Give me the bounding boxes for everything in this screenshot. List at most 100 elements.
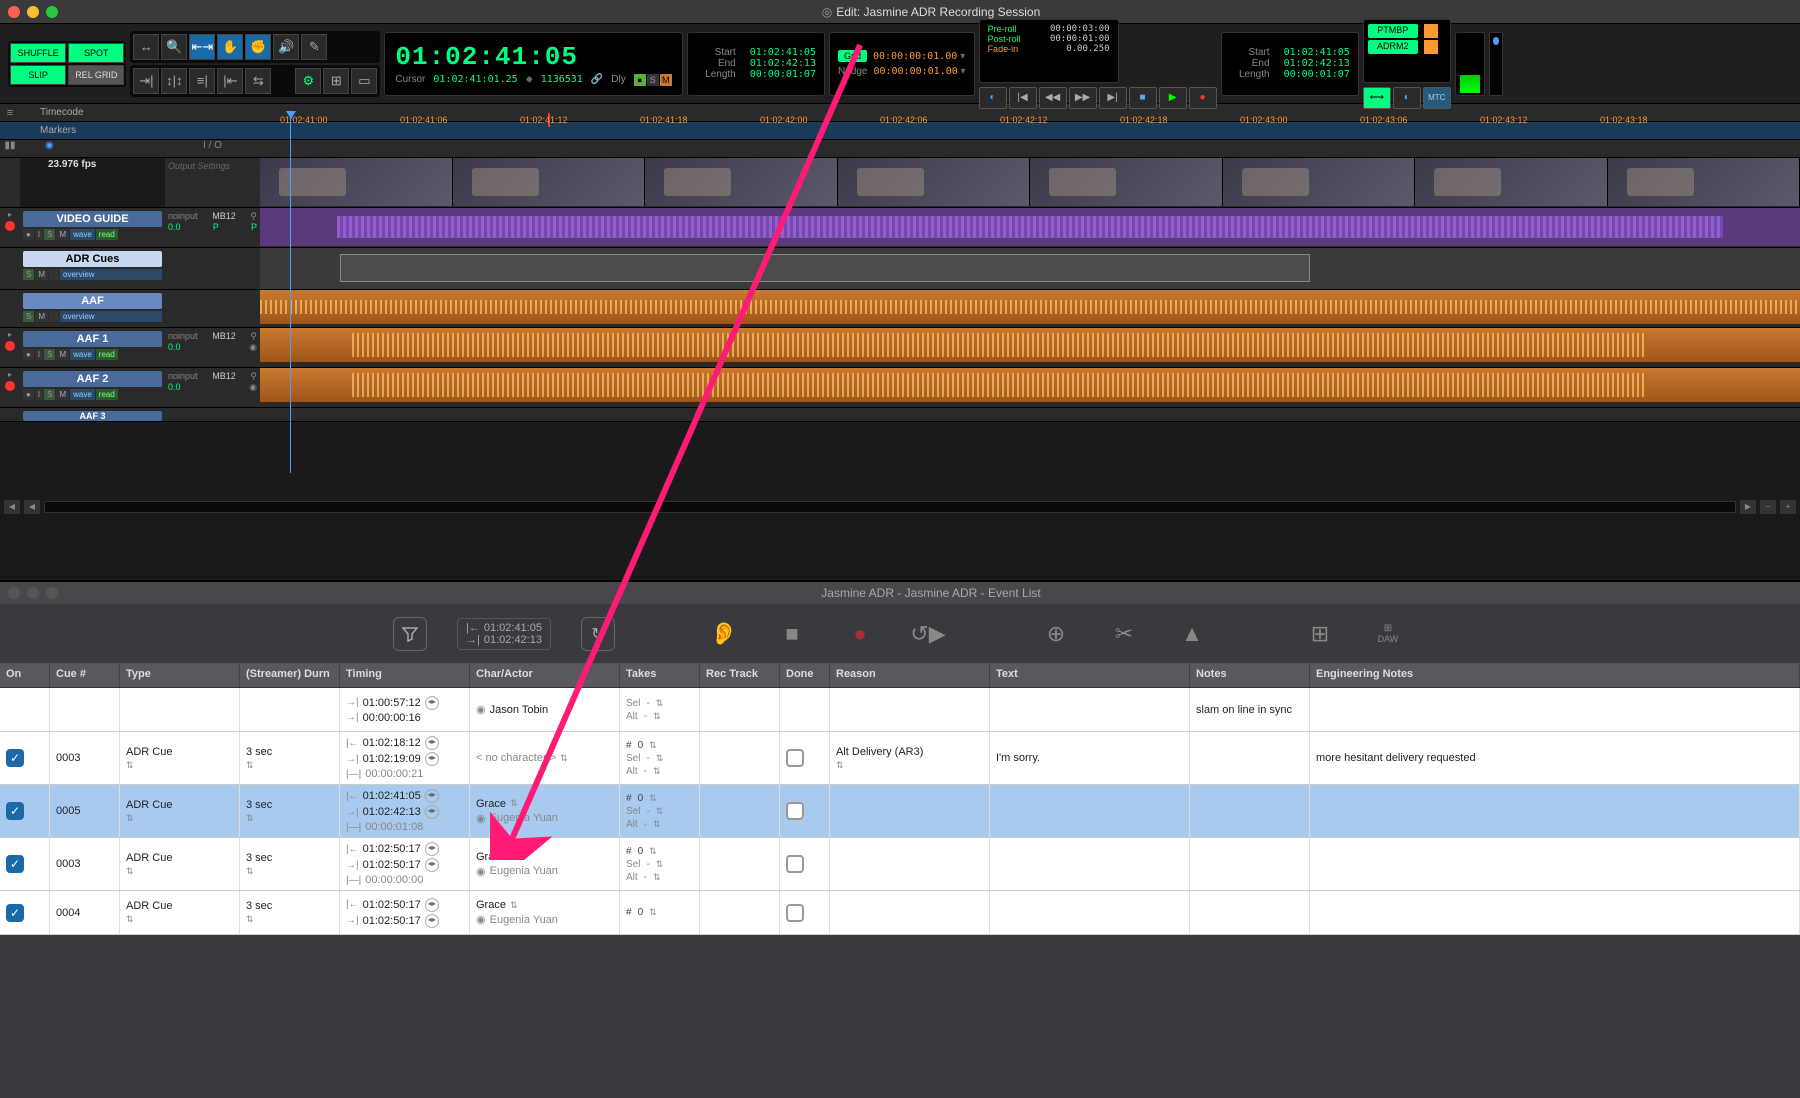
pan-right[interactable]: P — [251, 222, 257, 232]
record-button[interactable]: ● — [1189, 87, 1217, 109]
on-checkbox[interactable]: ✓ — [6, 904, 24, 922]
timecode-out[interactable]: 01:02:42:13 — [484, 634, 542, 646]
column-header[interactable]: Notes — [1190, 664, 1310, 687]
cue-region[interactable] — [340, 254, 1310, 282]
event-row[interactable]: ✓0004ADR Cue ⇅3 sec ⇅|← 01:02:50:17 ◂▸→|… — [0, 891, 1800, 935]
waveform-clip[interactable] — [260, 368, 1800, 402]
preroll-label[interactable]: Pre-roll — [988, 24, 1017, 34]
zoom-in-icon[interactable]: + — [1780, 500, 1796, 514]
track-name[interactable]: AAF 1 — [23, 331, 162, 347]
postroll-label[interactable]: Post-roll — [988, 34, 1021, 44]
column-header[interactable]: Engineering Notes — [1310, 664, 1800, 687]
nudge-icon[interactable]: ◂▸ — [425, 914, 439, 928]
ffwd-button[interactable]: ▶▶ — [1069, 87, 1097, 109]
tab-to-transient-icon[interactable]: ≡| — [189, 68, 215, 94]
mute-button[interactable]: M — [56, 389, 69, 400]
mute-button[interactable]: M — [56, 349, 69, 360]
track-name[interactable]: ADR Cues — [23, 251, 162, 267]
sel2-end-value[interactable]: 01:02:42:13 — [1284, 58, 1350, 69]
column-header[interactable]: Type — [120, 664, 240, 687]
waveform-clip[interactable] — [260, 290, 1800, 324]
insertion-follows-icon[interactable]: |⇤ — [217, 68, 243, 94]
sel-start-value[interactable]: 01:02:41:05 — [750, 47, 816, 58]
record-arm-icon[interactable] — [5, 341, 15, 351]
mute-button[interactable]: M — [35, 269, 48, 280]
output-label[interactable]: MB12 — [212, 371, 236, 382]
stepper-icon[interactable]: ⇅ — [126, 760, 233, 771]
stepper-icon[interactable]: ⇅ — [246, 813, 333, 824]
scroll-right-icon[interactable]: ▶ — [1740, 500, 1756, 514]
ruler-menu-icon[interactable]: ≡ — [0, 107, 20, 119]
on-checkbox[interactable]: ✓ — [6, 749, 24, 767]
solo-button[interactable]: S — [44, 229, 55, 240]
nudge-icon[interactable]: ◂▸ — [425, 858, 439, 872]
stepper-icon[interactable]: ⇅ — [510, 900, 518, 911]
stepper-icon[interactable]: ⇅ — [653, 872, 661, 883]
pan-left[interactable]: P — [213, 222, 219, 232]
expand-icon[interactable]: ▸ — [2, 210, 18, 219]
automation-mode-button[interactable]: read — [96, 389, 118, 400]
zoom-out-icon[interactable]: – — [1760, 500, 1776, 514]
stepper-icon[interactable]: ⇅ — [560, 753, 568, 764]
stepper-icon[interactable]: ⇅ — [656, 698, 664, 709]
on-checkbox[interactable]: ✓ — [6, 855, 24, 873]
track-name[interactable]: AAF — [23, 293, 162, 309]
layered-icon[interactable]: ⊞ — [323, 68, 349, 94]
column-header[interactable]: (Streamer) Durn — [240, 664, 340, 687]
mirrored-icon[interactable]: ⇆ — [245, 68, 271, 94]
add-cue-button[interactable]: ⊕ — [1037, 615, 1075, 653]
gte-button[interactable]: ▶| — [1099, 87, 1127, 109]
expand-icon[interactable]: ▸ — [2, 330, 18, 339]
nudge-value[interactable]: 00:00:00:01.00 — [873, 66, 957, 77]
play-button[interactable]: ▶ — [1159, 87, 1187, 109]
stepper-icon[interactable]: ⇅ — [126, 914, 233, 925]
stepper-icon[interactable]: ⇅ — [653, 819, 661, 830]
input-monitor-button[interactable]: I — [35, 349, 43, 360]
spot-mode-button[interactable]: SPOT — [68, 43, 124, 63]
solo-button[interactable]: S — [23, 311, 34, 322]
stepper-icon[interactable]: ⇅ — [656, 859, 664, 870]
on-checkbox[interactable]: ✓ — [6, 802, 24, 820]
pan-knob-icon[interactable]: ◉ — [249, 342, 257, 353]
shuffle-mode-button[interactable]: SHUFFLE — [10, 43, 66, 63]
input-icon[interactable]: ● — [23, 229, 34, 240]
grid-button[interactable]: Grid — [838, 50, 867, 62]
automation-icon[interactable]: ⚙ — [295, 68, 321, 94]
record-button[interactable]: ● — [841, 615, 879, 653]
input-label[interactable]: noinput — [168, 211, 198, 222]
slip-mode-button[interactable]: SLIP — [10, 65, 66, 85]
track-name[interactable]: VIDEO GUIDE — [23, 211, 162, 227]
stepper-icon[interactable]: ⇅ — [649, 907, 657, 918]
column-header[interactable]: Timing — [340, 664, 470, 687]
expand-icon[interactable]: ▸ — [2, 370, 18, 379]
waveform-clip[interactable] — [260, 328, 1800, 362]
output-label[interactable]: MB12 — [212, 331, 236, 342]
cut-button[interactable]: ✂ — [1105, 615, 1143, 653]
stop-button[interactable]: ■ — [773, 615, 811, 653]
input-icon[interactable]: ● — [23, 349, 34, 360]
markers-ruler[interactable]: Markers — [0, 122, 1800, 140]
stepper-icon[interactable]: ⇅ — [510, 798, 518, 809]
record-arm-icon[interactable] — [5, 381, 15, 391]
scroll-left-icon[interactable]: ◀ — [24, 500, 40, 514]
stepper-icon[interactable]: ⇅ — [126, 866, 233, 877]
stepper-icon[interactable]: ⇅ — [656, 753, 664, 764]
postroll-value[interactable]: 00:00:01:00 — [1050, 34, 1110, 44]
view-mode-button[interactable]: wave — [70, 349, 95, 360]
zoom-icon[interactable] — [46, 6, 58, 18]
dropdown-icon[interactable]: ▾ — [961, 66, 966, 77]
event-row[interactable]: ✓0003ADR Cue ⇅3 sec ⇅|← 01:02:18:12 ◂▸→|… — [0, 732, 1800, 785]
view-mode-button[interactable]: wave — [70, 389, 95, 400]
event-row[interactable]: ✓0003ADR Cue ⇅3 sec ⇅|← 01:02:50:17 ◂▸→|… — [0, 838, 1800, 891]
input-monitor-button[interactable]: I — [35, 229, 43, 240]
nudge-icon[interactable]: ◂▸ — [425, 842, 439, 856]
track-name[interactable]: AAF 3 — [23, 411, 162, 421]
zoom-icon[interactable] — [46, 587, 58, 599]
stepper-icon[interactable]: ⇅ — [246, 866, 333, 877]
rewind-button[interactable]: ◀◀ — [1039, 87, 1067, 109]
magnify-icon[interactable]: 🔍 — [161, 34, 187, 60]
output-settings-label[interactable]: Output Settings — [168, 161, 230, 171]
view-mode-button[interactable]: overview — [60, 311, 162, 322]
link-track-icon[interactable]: ↕|↕ — [161, 68, 187, 94]
solo-button[interactable]: S — [44, 389, 55, 400]
